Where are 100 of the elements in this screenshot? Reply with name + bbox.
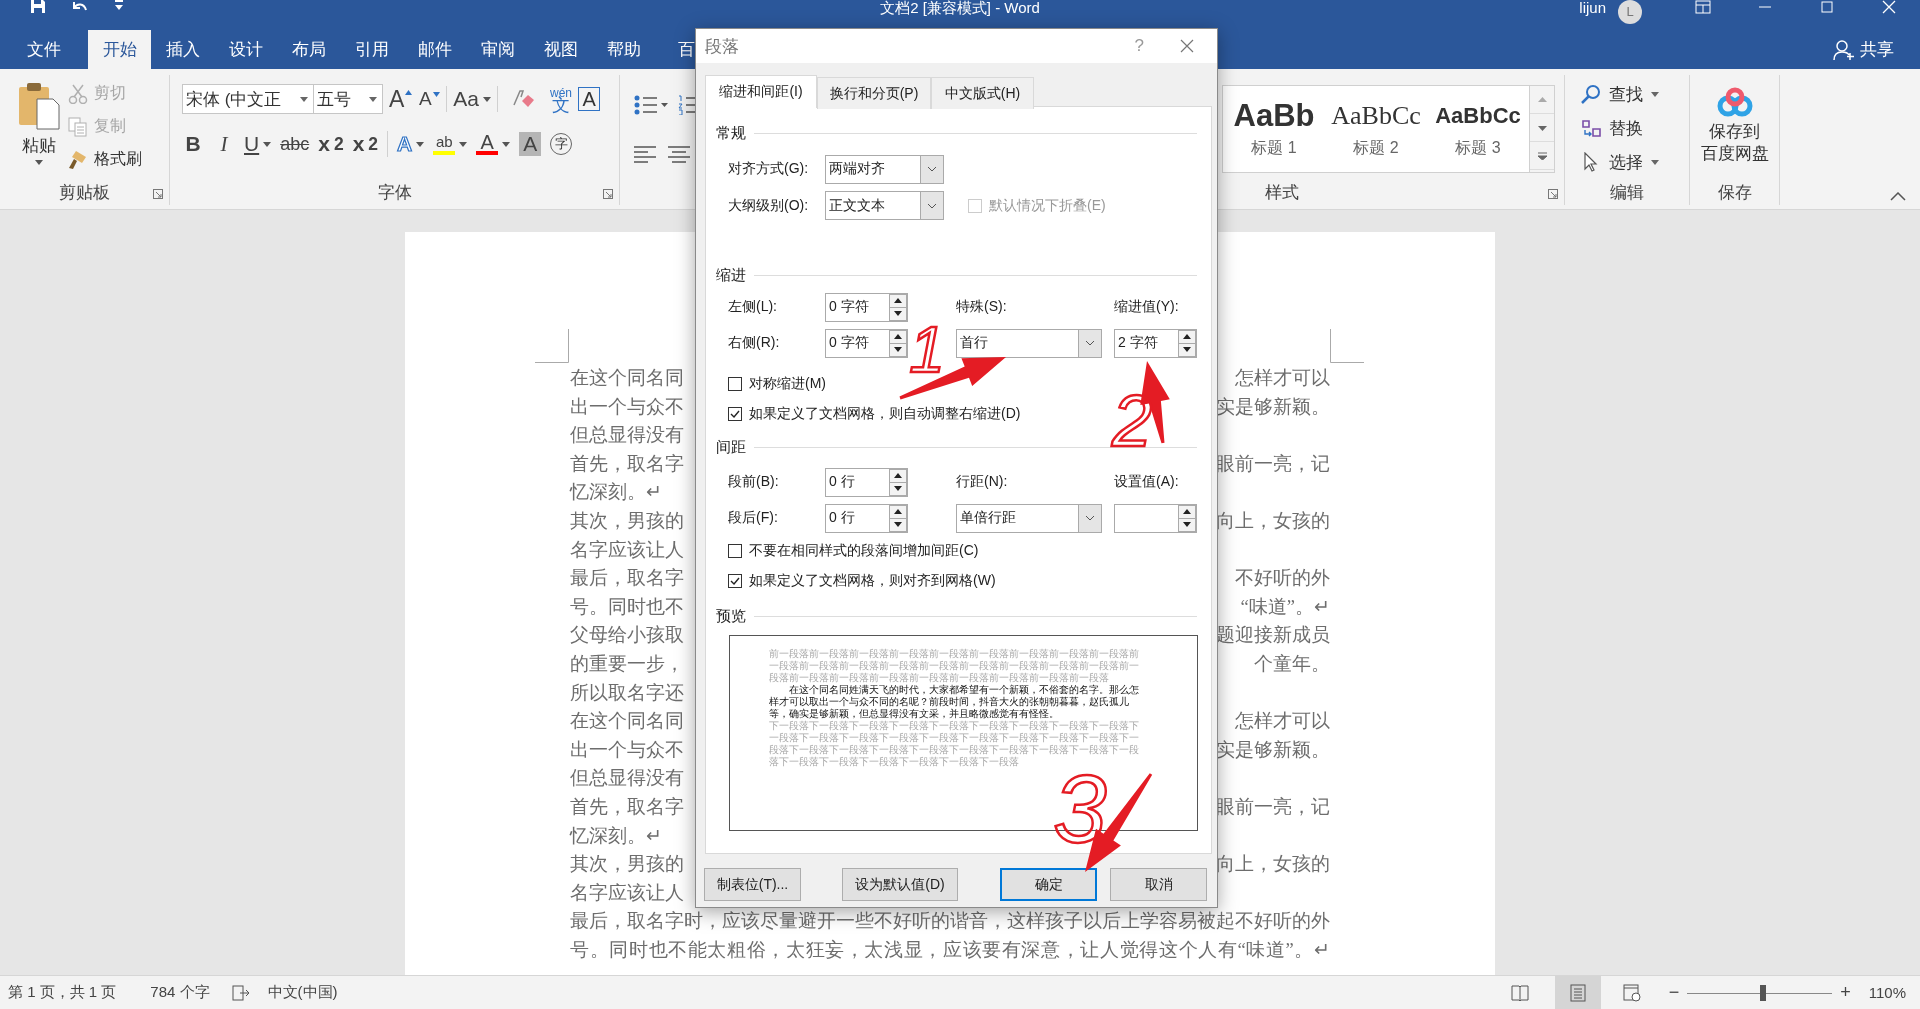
checkbox[interactable] <box>728 574 742 588</box>
dialog-button[interactable]: 设为默认值(D) <box>842 868 958 901</box>
ribbon-tab[interactable]: 百 <box>678 30 695 69</box>
ribbon-tab[interactable]: 视图 <box>529 30 592 69</box>
dialog-launcher-icon[interactable] <box>603 189 613 199</box>
style-preset[interactable]: AaBb 标题 1 <box>1223 86 1325 172</box>
ribbon-options-icon[interactable] <box>1695 0 1711 14</box>
font-color-button[interactable]: A <box>476 133 511 155</box>
checkbox-label[interactable]: 如果定义了文档网格，则对齐到网格(W) <box>749 572 996 590</box>
checkbox-label[interactable]: 对称缩进(M) <box>749 375 826 393</box>
ribbon-tab[interactable]: 邮件 <box>403 30 466 69</box>
save-to-cloud-button[interactable]: 保存到 百度网盘 <box>1690 75 1779 179</box>
character-border-button[interactable]: A <box>578 87 601 111</box>
dropdown[interactable]: 首行 <box>956 328 1102 358</box>
margin-mark <box>535 329 569 363</box>
zoom-slider[interactable] <box>1687 984 1833 1001</box>
ribbon-tab[interactable]: 开始 <box>88 30 151 69</box>
cloud-icon <box>1715 87 1754 117</box>
font-name-field[interactable]: 宋体 (中文正 <box>182 84 314 114</box>
dialog-launcher-icon[interactable] <box>1548 189 1558 199</box>
more-styles-icon <box>1537 151 1547 160</box>
bold-button[interactable]: B <box>182 132 204 156</box>
caret-icon <box>1651 159 1659 165</box>
body-text: 首先，取名字 <box>570 795 684 819</box>
highlight-button[interactable]: ab <box>433 133 468 155</box>
align-center-icon[interactable] <box>668 146 690 164</box>
zoom-out-button[interactable]: − <box>1668 982 1680 1003</box>
close-icon[interactable] <box>1180 39 1194 53</box>
underline-button[interactable]: U <box>244 132 272 156</box>
maximize-icon[interactable] <box>1819 0 1835 14</box>
ribbon-tab[interactable]: 插入 <box>151 30 214 69</box>
spin-field[interactable] <box>1114 503 1197 533</box>
bullets-icon[interactable] <box>634 95 668 115</box>
dialog-button[interactable]: 制表位(T)... <box>704 868 801 901</box>
dialog-launcher-icon[interactable] <box>153 189 163 199</box>
body-text: 题迎接新成员 <box>1216 624 1330 648</box>
field-label: 段后(F): <box>728 509 779 527</box>
checkbox[interactable] <box>728 407 742 421</box>
body-text: 实是够新颖。 <box>1216 738 1330 762</box>
customize-icon[interactable] <box>114 0 124 12</box>
checkbox[interactable] <box>728 377 742 391</box>
zoom-in-button[interactable]: + <box>1840 982 1851 1003</box>
caret-icon <box>416 141 425 147</box>
slider-thumb[interactable] <box>1759 984 1766 1001</box>
italic-button[interactable]: I <box>213 131 235 157</box>
checkbox-label[interactable]: 如果定义了文档网格，则自动调整右缩进(D) <box>749 405 1021 423</box>
down-triangle-icon <box>433 92 441 97</box>
copy-icon <box>68 116 88 137</box>
dialog-title: 段落 <box>705 35 740 58</box>
dialog-tab[interactable]: 缩进和间距(I) <box>705 75 817 108</box>
strikethrough-button[interactable]: abc <box>280 133 310 155</box>
select-button[interactable]: 选择 <box>1581 145 1689 179</box>
collapse-ribbon-icon[interactable] <box>1890 192 1906 201</box>
ribbon-tab[interactable]: 文件 <box>12 30 75 69</box>
print-view-button[interactable] <box>1554 976 1601 1009</box>
body-text: 其次，男孩的 <box>570 509 684 533</box>
ribbon-tab[interactable]: 布局 <box>277 30 340 69</box>
ribbon-tab[interactable]: 引用 <box>340 30 403 69</box>
dialog-tab[interactable]: 中文版式(H) <box>931 77 1034 109</box>
ribbon-tab[interactable]: 设计 <box>214 30 277 69</box>
replace-button[interactable]: 替换 <box>1581 111 1689 145</box>
spin-field[interactable]: 0 字符 <box>825 328 908 358</box>
spin-field[interactable]: 2 字符 <box>1114 328 1197 358</box>
caret-icon <box>369 96 377 102</box>
scroll-down-icon <box>1537 123 1547 132</box>
ribbon-tab[interactable]: 审阅 <box>466 30 529 69</box>
find-button[interactable]: 查找 <box>1581 77 1689 111</box>
save-icon[interactable] <box>30 0 46 14</box>
painter-button[interactable]: 格式刷 <box>68 143 142 176</box>
spin-arrows-icon <box>1178 329 1196 357</box>
proofing-icon[interactable] <box>231 983 250 1002</box>
font-size-field[interactable]: 五号 <box>313 84 383 114</box>
dropdown[interactable]: 正文文本 <box>825 191 944 220</box>
character-shading-button[interactable]: A <box>519 132 542 156</box>
checkbox[interactable] <box>728 544 742 558</box>
grow-font-button[interactable]: A <box>389 85 413 113</box>
spin-field[interactable]: 0 行 <box>825 467 908 497</box>
style-preset[interactable]: AaBbCc 标题 2 <box>1325 86 1427 172</box>
spin-field[interactable]: 0 行 <box>825 503 908 533</box>
change-case-button[interactable]: Aa <box>453 87 492 111</box>
spin-field[interactable]: 0 字符 <box>825 292 908 322</box>
dialog-button[interactable]: 取消 <box>1110 868 1207 901</box>
shrink-font-button[interactable]: A <box>418 88 441 110</box>
page-count: 第 1 页，共 1 页 <box>8 983 117 1002</box>
checkbox-label[interactable]: 不要在相同样式的段落间增加间距(C) <box>749 542 979 560</box>
align-left-icon[interactable] <box>634 146 656 164</box>
body-text: 所以取名字还 <box>570 681 684 705</box>
language[interactable]: 中文(中国) <box>267 983 338 1002</box>
share-button[interactable]: 共享 <box>1833 30 1894 69</box>
dropdown[interactable]: 两端对齐 <box>825 154 944 184</box>
dropdown[interactable]: 单倍行距 <box>956 503 1102 533</box>
body-text: “味道”。↵ <box>1240 595 1330 619</box>
ribbon-tab[interactable]: 帮助 <box>592 30 655 69</box>
dialog-button[interactable]: 确定 <box>1000 868 1097 901</box>
body-text: 的重要一步， <box>570 652 684 676</box>
body-text: 但总显得没有 <box>570 767 684 791</box>
dialog-tab[interactable]: 换行和分页(P) <box>817 77 931 109</box>
style-preset[interactable]: AaBbCc 标题 3 <box>1427 86 1529 172</box>
read-view-icon <box>1510 983 1529 1002</box>
paste-button[interactable]: 粘贴 <box>10 75 68 179</box>
